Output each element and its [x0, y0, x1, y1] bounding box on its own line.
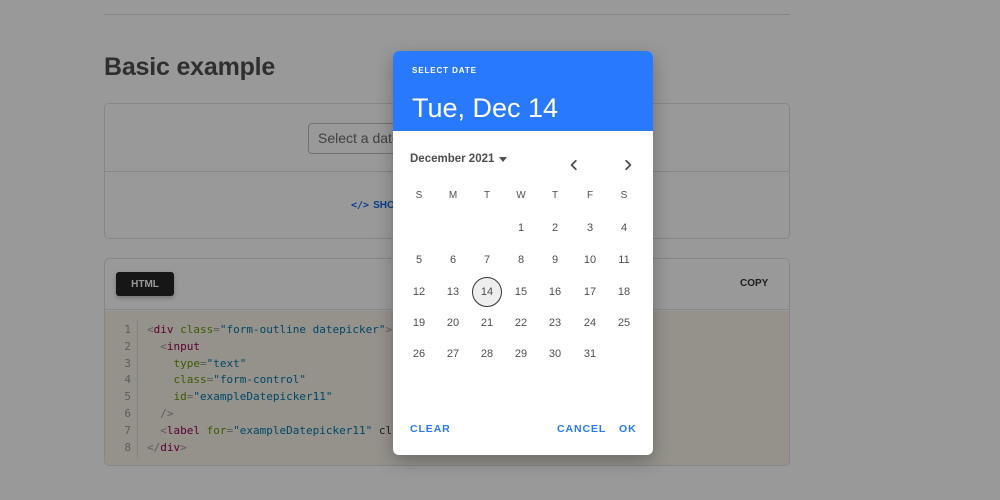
day-cell[interactable]: 28 [472, 339, 502, 369]
previous-month-button[interactable] [564, 155, 584, 175]
day-cell[interactable]: 7 [472, 245, 502, 275]
day-cell[interactable]: 25 [609, 308, 639, 338]
day-cell-selected[interactable]: 14 [472, 277, 502, 307]
selected-date-label: Tue, Dec 14 [412, 93, 559, 123]
day-cell[interactable]: 4 [609, 213, 639, 243]
datepicker-header: SELECT DATE Tue, Dec 14 [393, 51, 653, 131]
day-cell[interactable]: 9 [540, 245, 570, 275]
datepicker-modal: SELECT DATE Tue, Dec 14 December 2021 S M… [393, 51, 653, 455]
day-cell[interactable]: 21 [472, 308, 502, 338]
day-cell[interactable]: 23 [540, 308, 570, 338]
day-cell[interactable]: 12 [404, 277, 434, 307]
day-cell[interactable]: 18 [609, 277, 639, 307]
day-cell[interactable]: 27 [438, 339, 468, 369]
day-cell[interactable]: 6 [438, 245, 468, 275]
day-cell[interactable]: 29 [506, 339, 536, 369]
day-cell[interactable]: 1 [506, 213, 536, 243]
day-cell[interactable]: 15 [506, 277, 536, 307]
chevron-right-icon [625, 159, 632, 171]
day-cell[interactable]: 3 [575, 213, 605, 243]
day-cell[interactable]: 17 [575, 277, 605, 307]
day-cell[interactable]: 10 [575, 245, 605, 275]
day-cell[interactable]: 22 [506, 308, 536, 338]
day-cell[interactable]: 2 [540, 213, 570, 243]
weekday-label: T [551, 190, 559, 201]
chevron-left-icon [570, 159, 577, 171]
day-cell[interactable]: 13 [438, 277, 468, 307]
month-year-selector[interactable]: December 2021 [410, 153, 508, 165]
day-cell[interactable]: 5 [404, 245, 434, 275]
weekday-label: W [516, 190, 526, 201]
day-cell[interactable]: 31 [575, 339, 605, 369]
day-cell[interactable]: 24 [575, 308, 605, 338]
day-cell[interactable]: 20 [438, 308, 468, 338]
caret-down-icon [499, 157, 508, 162]
next-month-button[interactable] [618, 155, 638, 175]
cancel-button[interactable]: CANCEL [557, 423, 606, 435]
month-year-label: December 2021 [410, 153, 495, 165]
weekday-label: F [586, 190, 594, 201]
ok-button[interactable]: OK [619, 423, 637, 435]
weekday-label: S [620, 190, 628, 201]
day-cell[interactable]: 30 [540, 339, 570, 369]
day-cell[interactable]: 16 [540, 277, 570, 307]
clear-button[interactable]: CLEAR [410, 423, 451, 435]
weekday-label: M [448, 190, 458, 201]
weekday-label: S [415, 190, 423, 201]
datepicker-caption: SELECT DATE [412, 66, 477, 75]
weekday-label: T [483, 190, 491, 201]
day-cell[interactable]: 19 [404, 308, 434, 338]
day-cell[interactable]: 11 [609, 245, 639, 275]
day-cell[interactable]: 26 [404, 339, 434, 369]
day-cell[interactable]: 8 [506, 245, 536, 275]
